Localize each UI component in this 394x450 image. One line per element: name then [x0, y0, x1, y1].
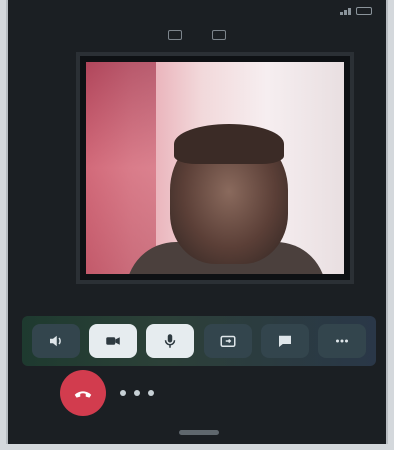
- status-bar: [8, 0, 386, 22]
- chat-button[interactable]: [260, 324, 309, 358]
- minimize-icon[interactable]: [168, 30, 182, 40]
- video-background: [86, 62, 156, 274]
- caller-hair: [174, 124, 284, 164]
- remote-video-feed: [86, 62, 344, 274]
- speaker-icon: [50, 335, 61, 347]
- remote-video-frame[interactable]: [76, 52, 354, 284]
- more-options-button[interactable]: [317, 324, 366, 358]
- switch-camera-icon: [220, 335, 236, 347]
- video-toggle-button[interactable]: [89, 324, 138, 358]
- status-indicators: [340, 7, 372, 15]
- page-indicator: [120, 390, 154, 396]
- more-icon: [335, 339, 348, 343]
- speaker-button[interactable]: [32, 324, 80, 358]
- signal-icon: [340, 7, 351, 15]
- video-call-screen: [6, 0, 388, 444]
- call-header: [8, 22, 386, 48]
- chat-icon: [278, 335, 291, 347]
- page-dot: [134, 390, 140, 396]
- add-participant-icon[interactable]: [212, 30, 226, 40]
- video-camera-icon: [106, 337, 120, 345]
- hang-up-phone-icon: [74, 391, 92, 398]
- call-controls: [22, 316, 376, 366]
- home-indicator[interactable]: [179, 430, 219, 435]
- end-call-row: [22, 366, 376, 420]
- end-call-button[interactable]: [60, 370, 106, 416]
- switch-camera-button[interactable]: [203, 324, 252, 358]
- mute-microphone-icon: [165, 334, 176, 348]
- battery-icon: [356, 7, 372, 15]
- page-dot: [148, 390, 154, 396]
- mute-button[interactable]: [146, 324, 195, 358]
- page-dot: [120, 390, 126, 396]
